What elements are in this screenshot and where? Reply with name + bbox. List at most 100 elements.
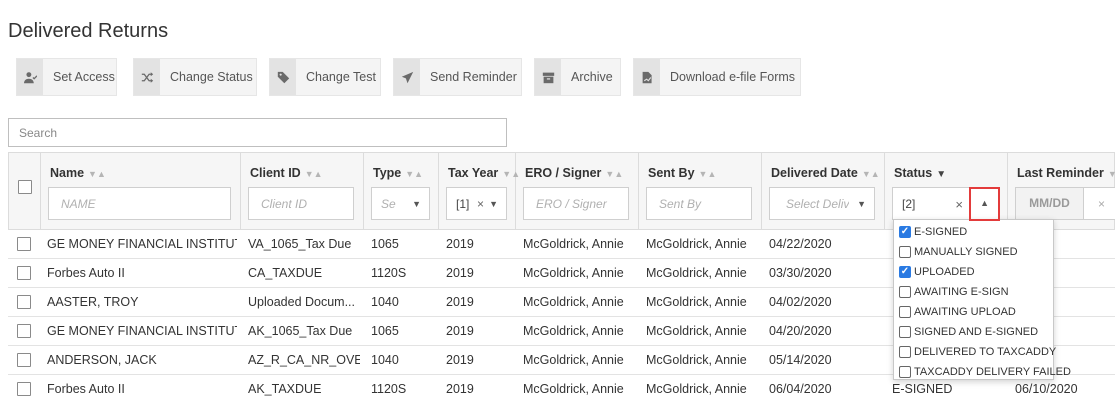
column-header-delivered-date[interactable]: Delivered Date ▼▲: [771, 166, 880, 180]
cell-client-id: VA_1065_Tax Due: [248, 237, 352, 251]
option-checkbox[interactable]: [899, 226, 911, 238]
column-client-id: Client ID ▼▲: [241, 153, 364, 229]
cell-client-id: AZ_R_CA_NR_OVE...: [248, 353, 360, 367]
clear-icon[interactable]: ×: [477, 197, 484, 211]
column-header-tax-year[interactable]: Tax Year ▼▲: [448, 166, 520, 180]
archive-icon: [535, 59, 561, 95]
option-checkbox[interactable]: [899, 286, 911, 298]
change-status-label: Change Status: [170, 70, 253, 84]
cell-tax-year: 2019: [446, 324, 474, 338]
last-reminder-date-input[interactable]: MM/DD: [1016, 188, 1084, 219]
cell-name: Forbes Auto II: [47, 382, 125, 396]
send-reminder-button[interactable]: Send Reminder: [393, 58, 522, 96]
cell-client-id: AK_TAXDUE: [248, 382, 322, 396]
column-header-ero-signer[interactable]: ERO / Signer ▼▲: [525, 166, 623, 180]
cell-delivered-date: 04/22/2020: [769, 237, 832, 251]
column-header-type[interactable]: Type ▼▲: [373, 166, 423, 180]
clear-icon[interactable]: ×: [955, 197, 963, 212]
cell-delivered-date: 04/20/2020: [769, 324, 832, 338]
option-checkbox[interactable]: [899, 306, 911, 318]
status-option-delivered-to-taxcaddy[interactable]: DELIVERED TO TAXCADDY: [894, 342, 1056, 362]
cell-ero-signer: McGoldrick, Annie: [523, 353, 624, 367]
cell-ero-signer: McGoldrick, Annie: [523, 237, 624, 251]
column-type: Type ▼▲ Se ▼: [364, 153, 439, 229]
change-test-button[interactable]: Change Test: [269, 58, 381, 96]
option-checkbox[interactable]: [899, 346, 911, 358]
column-last-reminder: Last Reminder▼▲ MM/DD ×: [1008, 153, 1115, 229]
column-header-name[interactable]: Name ▼▲: [50, 166, 106, 180]
status-option-awaiting-e-sign[interactable]: AWAITING E-SIGN: [894, 282, 1053, 302]
set-access-button[interactable]: Set Access: [16, 58, 117, 96]
sort-icon: ▼▲: [698, 169, 717, 179]
set-access-label: Set Access: [53, 70, 115, 84]
last-reminder-filter[interactable]: MM/DD ×: [1015, 187, 1115, 220]
row-checkbox[interactable]: [17, 266, 31, 280]
chevron-down-icon: ▼: [412, 199, 421, 209]
client-id-filter-input[interactable]: [248, 187, 354, 220]
cell-delivered-date: 04/02/2020: [769, 295, 832, 309]
cell-delivered-date: 05/14/2020: [769, 353, 832, 367]
row-checkbox[interactable]: [17, 295, 31, 309]
cell-type: 1065: [371, 324, 399, 338]
select-all-checkbox[interactable]: [18, 180, 32, 194]
highlight-box: [969, 187, 1000, 221]
status-option-awaiting-upload[interactable]: AWAITING UPLOAD: [894, 302, 1053, 322]
cell-type: 1065: [371, 237, 399, 251]
change-test-label: Change Test: [306, 70, 376, 84]
sort-icon: ▼▲: [861, 169, 880, 179]
cell-sent-by: McGoldrick, Annie: [646, 295, 747, 309]
chevron-down-icon: ▼: [857, 199, 866, 209]
cell-type: 1040: [371, 353, 399, 367]
type-filter-select[interactable]: Se ▼: [371, 187, 430, 220]
status-option-taxcaddy-delivery-failed[interactable]: TAXCADDY DELIVERY FAILED: [894, 362, 1071, 382]
cell-client-id: Uploaded Docum...: [248, 295, 356, 309]
option-checkbox[interactable]: [899, 266, 911, 278]
archive-button[interactable]: Archive: [534, 58, 621, 96]
cell-name: ANDERSON, JACK: [47, 353, 157, 367]
option-checkbox[interactable]: [899, 326, 911, 338]
change-status-button[interactable]: Change Status: [133, 58, 257, 96]
cell-ero-signer: McGoldrick, Annie: [523, 382, 624, 396]
option-checkbox[interactable]: [899, 246, 911, 258]
cell-sent-by: McGoldrick, Annie: [646, 266, 747, 280]
column-header-status[interactable]: Status ▼: [894, 166, 946, 180]
row-checkbox[interactable]: [17, 382, 31, 396]
cell-sent-by: McGoldrick, Annie: [646, 353, 747, 367]
status-option-manually-signed[interactable]: MANUALLY SIGNED: [894, 242, 1053, 262]
cell-type: 1120S: [371, 266, 407, 280]
download-efile-forms-button[interactable]: Download e-file Forms: [633, 58, 801, 96]
tax-year-filter-select[interactable]: [1] × ▼: [446, 187, 507, 220]
status-option-signed-and-e-signed[interactable]: SIGNED AND E-SIGNED: [894, 322, 1053, 342]
shuffle-icon: [134, 59, 160, 95]
column-delivered-date: Delivered Date ▼▲ Select Deliv ▼: [762, 153, 885, 229]
column-header-last-reminder[interactable]: Last Reminder▼▲: [1017, 166, 1115, 180]
column-header-sent-by[interactable]: Sent By ▼▲: [648, 166, 716, 180]
option-checkbox[interactable]: [899, 366, 911, 378]
search-input[interactable]: [8, 118, 507, 147]
column-header-client-id[interactable]: Client ID ▼▲: [250, 166, 323, 180]
column-name: Name ▼▲: [41, 153, 241, 229]
sent-by-filter-input[interactable]: [646, 187, 752, 220]
row-checkbox[interactable]: [17, 237, 31, 251]
cell-name: Forbes Auto II: [47, 266, 125, 280]
paper-plane-icon: [394, 59, 420, 95]
delivered-date-filter-select[interactable]: Select Deliv ▼: [769, 187, 875, 220]
cell-ero-signer: McGoldrick, Annie: [523, 324, 624, 338]
row-checkbox[interactable]: [17, 324, 31, 338]
status-option-e-signed[interactable]: E-SIGNED: [894, 222, 1053, 242]
cell-tax-year: 2019: [446, 353, 474, 367]
column-tax-year: Tax Year ▼▲ [1] × ▼: [439, 153, 520, 229]
name-filter-input[interactable]: [48, 187, 231, 220]
cell-type: 1040: [371, 295, 399, 309]
download-efile-forms-label: Download e-file Forms: [670, 70, 796, 84]
column-sent-by: Sent By ▼▲: [639, 153, 762, 229]
status-option-uploaded[interactable]: UPLOADED: [894, 262, 1053, 282]
sort-desc-icon: ▼: [936, 169, 947, 180]
cell-sent-by: McGoldrick, Annie: [646, 324, 747, 338]
clear-icon[interactable]: ×: [1098, 197, 1105, 211]
cell-ero-signer: McGoldrick, Annie: [523, 295, 624, 309]
cell-sent-by: McGoldrick, Annie: [646, 382, 747, 396]
row-checkbox[interactable]: [17, 353, 31, 367]
cell-name: GE MONEY FINANCIAL INSTITUT...: [47, 324, 237, 338]
ero-signer-filter-input[interactable]: [523, 187, 629, 220]
